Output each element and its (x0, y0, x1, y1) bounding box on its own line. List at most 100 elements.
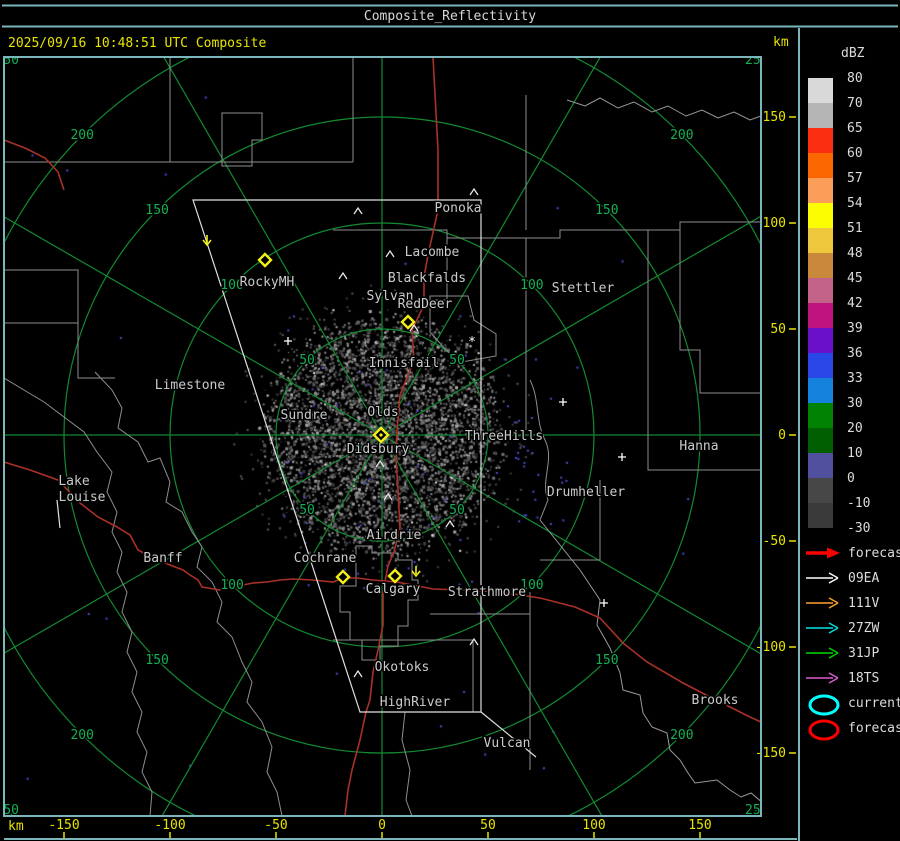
legend-ellipse-current (810, 696, 838, 714)
ring-distance-label-250: 250 (0, 53, 19, 68)
ring-distance-label-200: 200 (670, 128, 693, 143)
right-axis-label-150: 150 (763, 110, 786, 125)
legend-label-111V: 111V (848, 596, 879, 611)
dbz-swatch-60 (808, 153, 833, 178)
asterisk-marker-icon: * (468, 335, 476, 350)
dbz-swatch-54 (808, 203, 833, 228)
town-label-airdrie: Airdrie (367, 528, 422, 543)
dbz-swatch-42 (808, 303, 833, 328)
dbz-swatch-57 (808, 178, 833, 203)
ring-distance-label-150: 150 (595, 653, 618, 668)
ring-distance-label-150: 150 (145, 653, 168, 668)
bottom-axis-unit-label: km (8, 819, 24, 834)
storm-caret-icon (446, 521, 454, 527)
plus-marker-icon (559, 398, 567, 406)
dbz-level-label-0: 0 (847, 471, 855, 486)
ring-distance-label-100: 100 (520, 278, 543, 293)
ring-distance-label-250: 250 (745, 53, 768, 68)
town-label-sundre: Sundre (281, 408, 328, 423)
legend-label-current: current (848, 696, 900, 711)
town-label-threehills: ThreeHills (465, 429, 543, 444)
ring-distance-label-200: 200 (70, 728, 93, 743)
dbz-level-label-70: 70 (847, 96, 863, 111)
right-axis-unit-label: km (773, 35, 789, 50)
dbz-level-label-42: 42 (847, 296, 863, 311)
plus-marker-icon (618, 453, 626, 461)
dbz-level-label-20: 20 (847, 421, 863, 436)
window-title: Composite_Reflectivity (364, 9, 536, 24)
dbz-level-label-60: 60 (847, 146, 863, 161)
legend-label-18TS: 18TS (848, 671, 879, 686)
plus-marker-icon (284, 337, 292, 345)
dbz-swatch--10 (808, 503, 833, 528)
range-ring-250km (0, 0, 900, 841)
range-rings-and-spokes (0, 0, 900, 841)
radar-display-scene: Composite_Reflectivity 2025/09/16 10:48:… (0, 0, 900, 841)
bottom-axis-label-50: 50 (480, 818, 496, 833)
legend-item-09EA: 09EA (806, 571, 879, 586)
dbz-swatch-48 (808, 253, 833, 278)
legend-label-27ZW: 27ZW (848, 621, 879, 636)
ring-distance-label-50: 50 (449, 353, 465, 368)
dbz-swatch-80 (808, 78, 833, 103)
town-label-vulcan: Vulcan (484, 736, 531, 751)
legend-arrow-head (827, 548, 840, 559)
town-label-olds: Olds (367, 405, 398, 420)
ring-distance-label-200: 200 (70, 128, 93, 143)
town-label-strathmore: Strathmore (448, 585, 526, 600)
right-axis-label-50: 50 (770, 322, 786, 337)
storm-caret-icon (470, 189, 478, 195)
town-label-innisfail: Innisfail (369, 356, 439, 371)
dbz-colorbar: dBZ 807065605754514845423936333020100-10… (808, 46, 870, 536)
legend-item-current: current (810, 696, 900, 714)
storm-caret-icon (354, 208, 362, 214)
town-label-ponoka: Ponoka (435, 201, 482, 216)
colorbar-title: dBZ (841, 46, 865, 61)
town-label-stettler: Stettler (552, 281, 615, 296)
legend-label-forecast: forecast (848, 721, 900, 736)
storm-caret-icon (354, 671, 362, 677)
dbz-level-label-48: 48 (847, 246, 863, 261)
radar-site-center-dot (379, 433, 382, 436)
ring-distance-label-100: 100 (220, 578, 243, 593)
radar-site-marker (389, 570, 401, 582)
legend-label-31JP: 31JP (848, 646, 879, 661)
ring-distance-label-200: 200 (670, 728, 693, 743)
storm-caret-icon (384, 494, 392, 500)
dbz-swatch-10 (808, 453, 833, 478)
legend-label-09EA: 09EA (848, 571, 879, 586)
radar-site-marker (337, 571, 349, 583)
legend-item-27ZW: 27ZW (806, 621, 879, 636)
dbz-swatch-20 (808, 428, 833, 453)
town-label-reddeer: RedDeer (398, 297, 453, 312)
dbz-level-label--10: -10 (847, 496, 870, 511)
right-axis-label--100: -100 (755, 640, 786, 655)
ring-distance-label-150: 150 (145, 203, 168, 218)
right-axis-label--50: -50 (763, 534, 786, 549)
timestamp-label: 2025/09/16 10:48:51 UTC Composite (8, 36, 266, 51)
town-label-hanna: Hanna (679, 439, 718, 454)
town-label-brooks: Brooks (692, 693, 739, 708)
bottom-axis-label-0: 0 (378, 818, 386, 833)
radial-spoke-210 (0, 435, 382, 841)
legend-item-forecast: forecast (810, 721, 900, 739)
bottom-axis-label--50: -50 (264, 818, 287, 833)
radial-spoke-30 (382, 0, 772, 435)
dbz-swatch-51 (808, 228, 833, 253)
bottom-axis-label--100: -100 (154, 818, 185, 833)
town-label-cochrane: Cochrane (294, 551, 357, 566)
town-label-banff: Banff (143, 551, 182, 566)
dbz-level-label-33: 33 (847, 371, 863, 386)
right-axis-label-100: 100 (763, 216, 786, 231)
titlebar: Composite_Reflectivity (2, 6, 898, 27)
dbz-level-label-10: 10 (847, 446, 863, 461)
dbz-level-label-57: 57 (847, 171, 863, 186)
legend-ellipse-forecast (810, 721, 838, 739)
dbz-level-label-65: 65 (847, 121, 863, 136)
dbz-swatch-0 (808, 478, 833, 503)
legend-item-111V: 111V (806, 596, 879, 611)
river-north (567, 98, 761, 120)
dbz-swatch-30 (808, 403, 833, 428)
town-label-blackfalds: Blackfalds (388, 271, 466, 286)
bottom-axis-label-150: 150 (688, 818, 711, 833)
